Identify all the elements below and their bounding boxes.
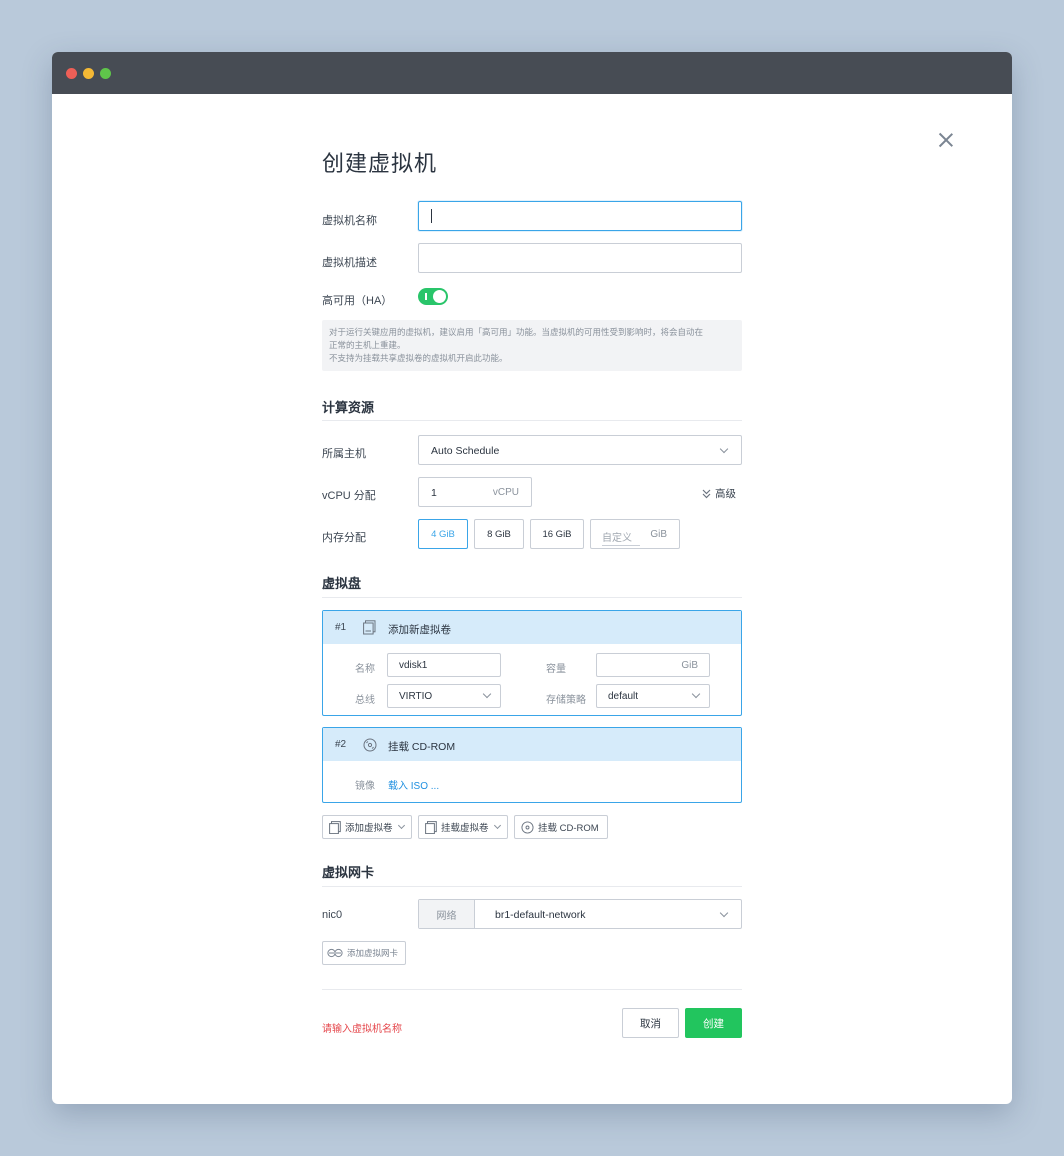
toggle-knob [433,290,446,303]
vm-name-label: 虚拟机名称 [322,215,377,227]
memory-option-8gib[interactable]: 8 GiB [474,519,524,549]
validation-error: 请输入虚拟机名称 [322,1024,402,1035]
mount-cdrom-button[interactable]: 挂载 CD-ROM [514,815,608,839]
cancel-button[interactable]: 取消 [622,1008,679,1038]
add-nic-button[interactable]: 添加虚拟网卡 [322,941,406,965]
app-window: 创建虚拟机 虚拟机名称 虚拟机描述 高可用（HA） 对于运行关键应用的虚拟机，建… [52,52,1012,1104]
memory-option-4gib[interactable]: 4 GiB [418,519,468,549]
disk-header-label: 添加新虚拟卷 [388,624,451,636]
vm-desc-input[interactable] [418,243,742,273]
host-select[interactable]: Auto Schedule [418,435,742,465]
chevron-down-icon [482,689,492,699]
disk-name-label: 名称 [355,664,375,675]
disk-header-label: 挂载 CD-ROM [388,741,456,753]
disk-bus-value: VIRTIO [399,691,433,702]
vcpu-unit: vCPU [492,487,519,498]
double-chevron-down-icon [702,489,711,498]
ha-note-line-3: 不支持为挂载共享虚拟卷的虚拟机开启此功能。 [329,353,508,363]
network-prefix-label: 网络 [419,900,475,928]
divider [322,420,742,421]
ha-note: 对于运行关键应用的虚拟机，建议启用「高可用」功能。当虚拟机的可用性受到影响时，将… [322,320,742,371]
add-volume-button[interactable]: 添加虚拟卷 [322,815,412,839]
divider [322,989,742,990]
memory-custom-input[interactable]: 自定义 GiB [590,519,680,549]
divider [322,886,742,887]
ha-note-line-2: 正常的主机上重建。 [329,340,406,350]
disk-bus-select[interactable]: VIRTIO [387,684,501,708]
disk-policy-select[interactable]: default [596,684,710,708]
mount-volume-label: 挂载虚拟卷 [441,823,489,834]
nic-section-title: 虚拟网卡 [322,865,375,880]
host-label: 所属主机 [322,448,366,460]
volume-icon [425,820,437,834]
chevron-down-icon [397,821,405,829]
vcpu-value: 1 [431,487,437,499]
disk-index: #1 [335,622,347,633]
create-vm-form: 创建虚拟机 虚拟机名称 虚拟机描述 高可用（HA） 对于运行关键应用的虚拟机，建… [322,94,742,1038]
compute-section-title: 计算资源 [322,400,375,415]
host-select-value: Auto Schedule [431,445,500,457]
volume-icon [363,620,376,635]
vcpu-label: vCPU 分配 [322,490,376,502]
create-button[interactable]: 创建 [685,1008,742,1038]
disk-bus-label: 总线 [355,695,375,706]
toggle-on-mark [425,293,427,300]
chevron-down-icon [719,444,729,454]
disk-policy-value: default [608,691,639,702]
network-select[interactable]: 网络 br1-default-network [418,899,742,929]
memory-custom-placeholder: 自定义 [602,529,640,546]
disk-index: #2 [335,739,347,750]
mount-volume-button[interactable]: 挂载虚拟卷 [418,815,508,839]
vm-name-input[interactable] [418,201,742,231]
disk-policy-label: 存储策略 [546,695,586,706]
chevron-down-icon [719,908,729,918]
disk-capacity-unit: GiB [681,660,698,671]
memory-label: 内存分配 [322,532,366,544]
title-bar [52,52,1012,94]
load-iso-link[interactable]: 载入 ISO ... [388,777,439,792]
disk-name-value: vdisk1 [399,660,428,671]
network-card-icon [327,948,343,958]
nic-label: nic0 [322,909,343,921]
ha-toggle[interactable] [418,288,448,305]
close-window-dot[interactable] [66,67,77,79]
disk-section-title: 虚拟盘 [322,576,362,591]
cdrom-icon [521,820,534,834]
advanced-toggle[interactable]: 高级 [702,486,736,501]
ha-note-line-1: 对于运行关键应用的虚拟机，建议启用「高可用」功能。当虚拟机的可用性受到影响时，将… [329,327,704,337]
close-icon[interactable] [938,132,954,148]
text-caret [431,209,432,223]
ha-label: 高可用（HA） [322,295,393,307]
cdrom-icon [363,738,377,752]
page-title: 创建虚拟机 [322,151,438,176]
network-value: br1-default-network [495,909,586,921]
memory-custom-unit: GiB [650,529,667,540]
iso-image-label: 镜像 [355,781,375,792]
minimize-window-dot[interactable] [83,67,94,79]
disk-card-header: #2 挂载 CD-ROM [323,728,741,761]
add-volume-label: 添加虚拟卷 [345,823,393,834]
divider [322,597,742,598]
maximize-window-dot[interactable] [100,67,111,79]
add-nic-label: 添加虚拟网卡 [347,948,399,958]
chevron-down-icon [691,689,701,699]
disk-card-header: #1 添加新虚拟卷 [323,611,741,644]
disk-card-2: #2 挂载 CD-ROM 镜像 载入 ISO ... [322,727,742,803]
advanced-label: 高级 [715,488,736,500]
vcpu-input[interactable]: 1 vCPU [418,477,532,507]
volume-icon [329,820,341,834]
disk-card-1: #1 添加新虚拟卷 名称 vdisk1 容量 GiB 总线 VIRTIO 存储策… [322,610,742,716]
disk-name-input[interactable]: vdisk1 [387,653,501,677]
memory-option-16gib[interactable]: 16 GiB [530,519,584,549]
chevron-down-icon [493,821,501,829]
vm-desc-label: 虚拟机描述 [322,257,377,269]
disk-capacity-label: 容量 [546,664,566,675]
mount-cdrom-label: 挂载 CD-ROM [538,823,599,834]
disk-capacity-input[interactable]: GiB [596,653,710,677]
